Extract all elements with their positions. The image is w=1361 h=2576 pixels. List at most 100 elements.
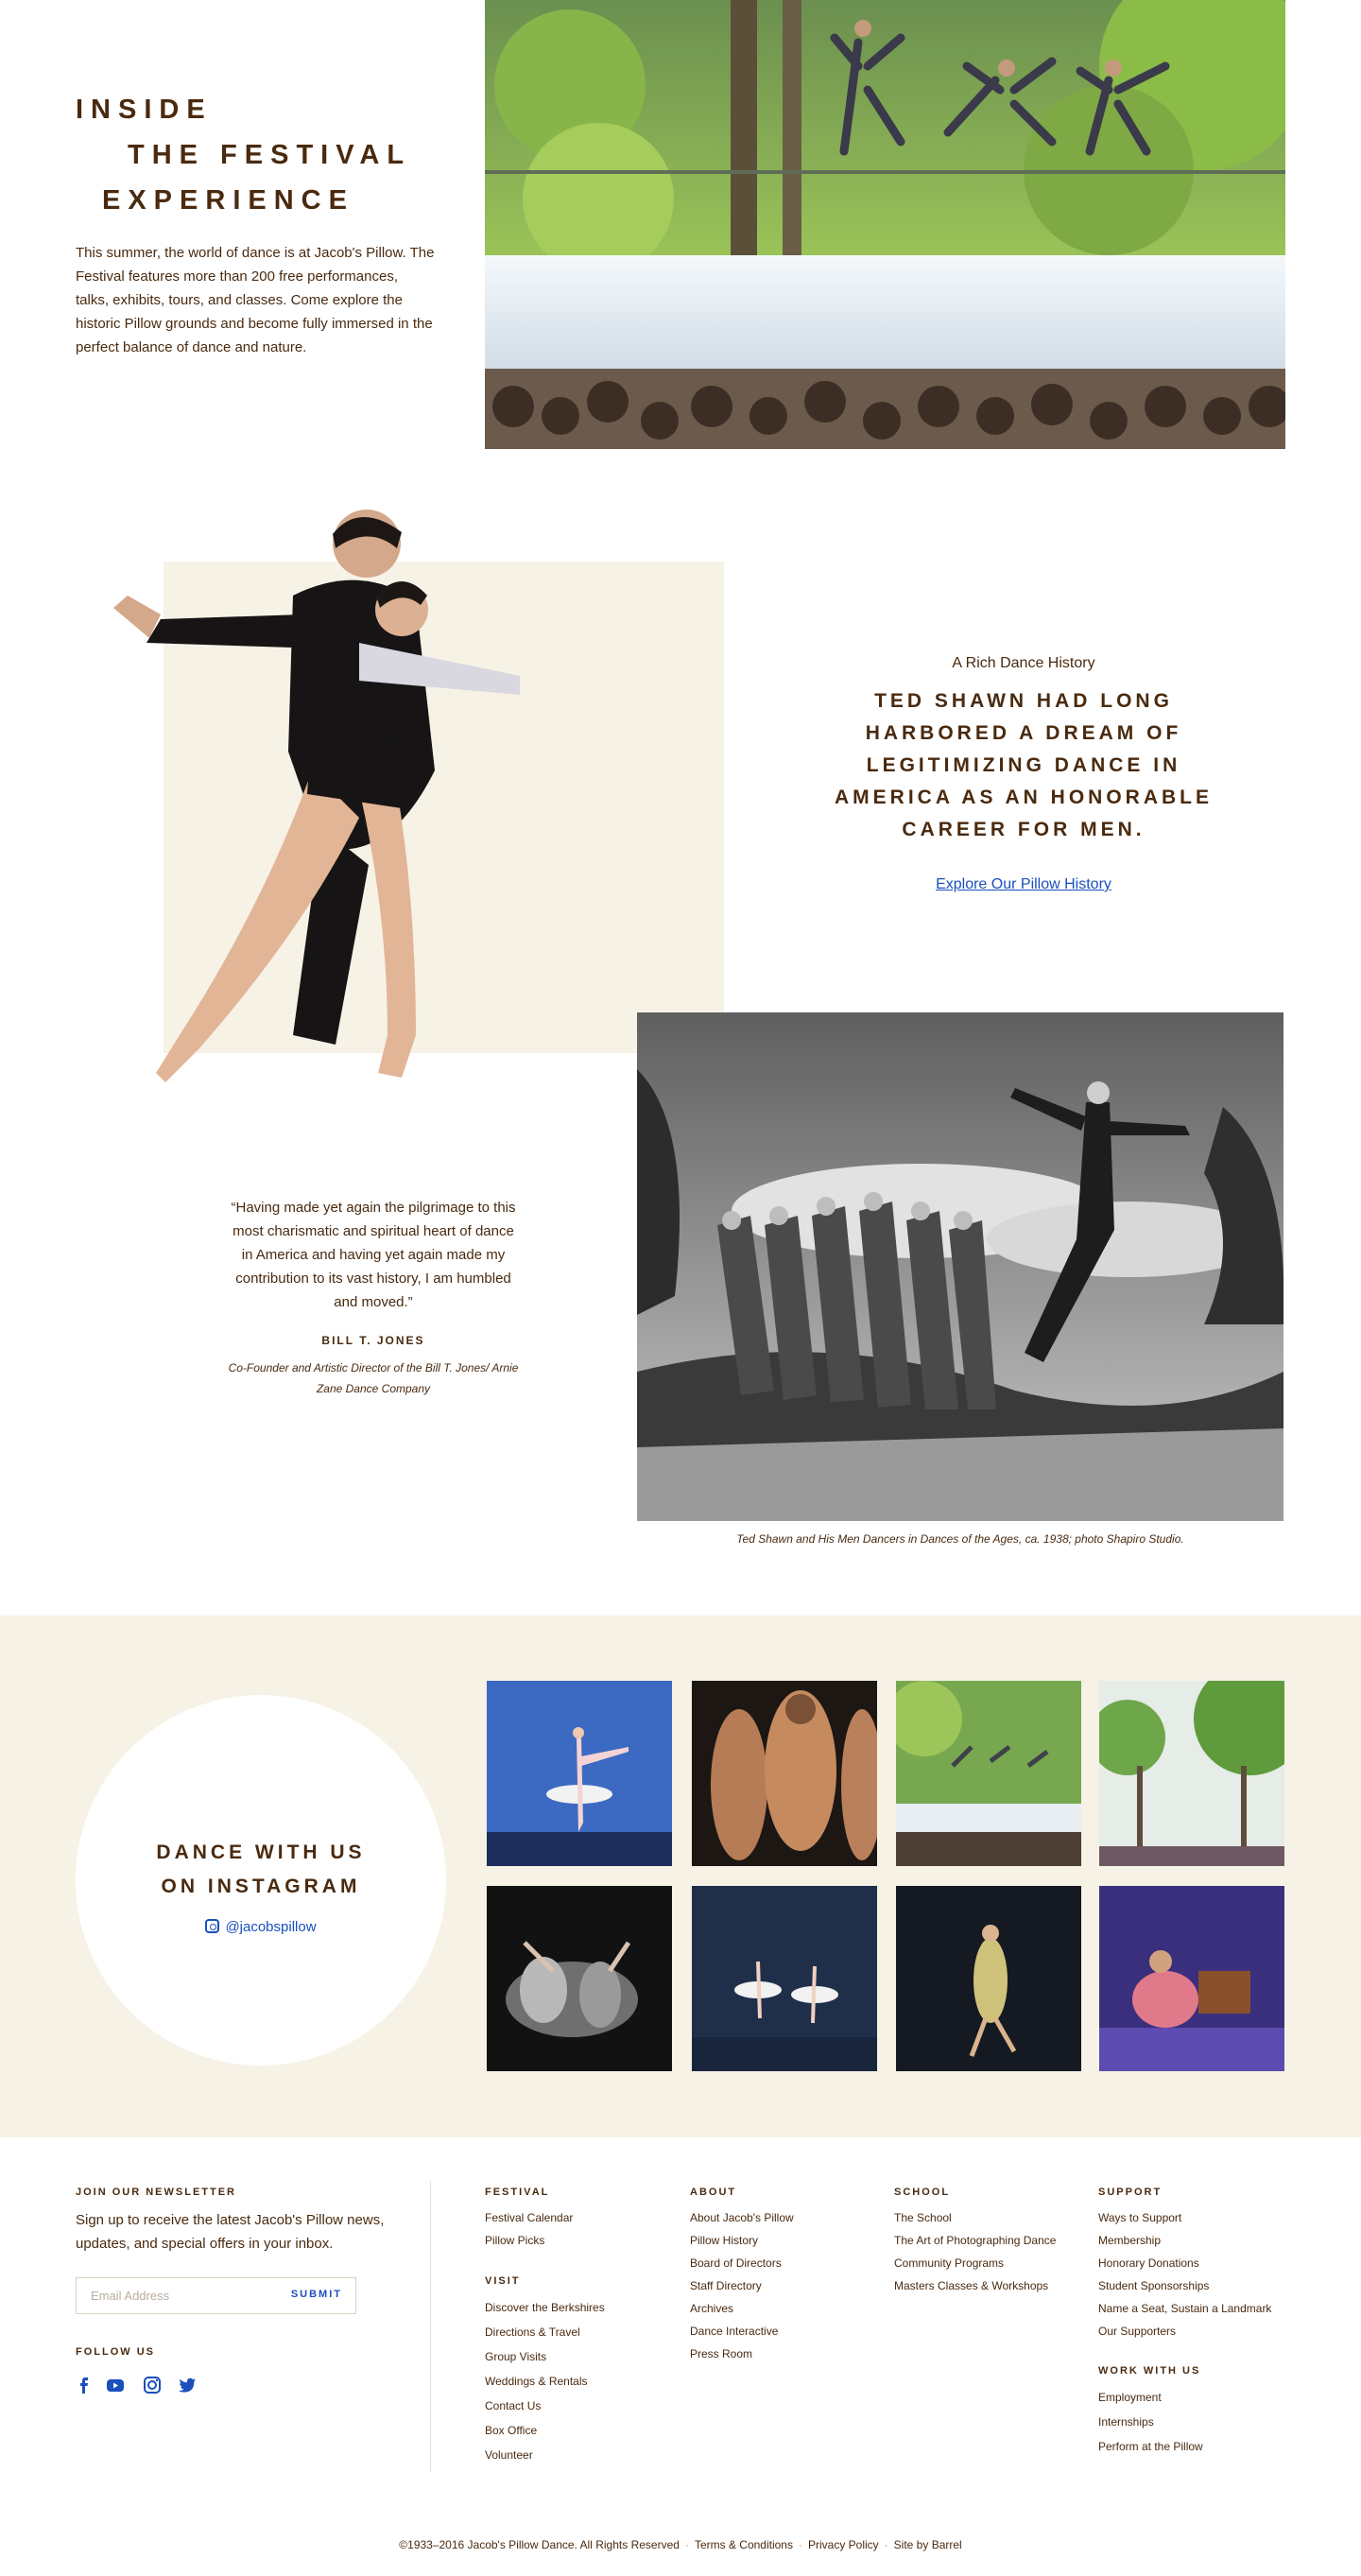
footer-link[interactable]: Masters Classes & Workshops (894, 2274, 1056, 2297)
footer-link-label: The Art of Photographing Dance (894, 2234, 1057, 2247)
instagram-handle-link[interactable]: @jacobspillow (76, 1919, 446, 1935)
footer-link[interactable]: Our Supporters (1098, 2320, 1271, 2343)
footer-link-label: The School (894, 2211, 952, 2224)
instagram-icon (205, 1919, 220, 1933)
footer-link[interactable]: The School (894, 2206, 1056, 2229)
history-photo-caption: Ted Shawn and His Men Dancers in Dances … (736, 1532, 1184, 1546)
footer-link-label: Festival Calendar (485, 2211, 574, 2224)
instagram-post-ballerina[interactable] (487, 1681, 672, 1866)
intro-body: This summer, the world of dance is at Ja… (76, 245, 435, 355)
footer-link-label: Name a Seat, Sustain a Landmark (1098, 2302, 1272, 2315)
footer-list-school: The School The Art of Photographing Danc… (894, 2206, 1056, 2297)
footer-link-label: Dance Interactive (690, 2325, 779, 2338)
footer-link-label: Perform at the Pillow (1098, 2440, 1203, 2453)
separator: · (798, 2538, 802, 2551)
legal-bar: ©1933–2016 Jacob's Pillow Dance. All Rig… (0, 2538, 1361, 2551)
footer-link-label: Masters Classes & Workshops (894, 2279, 1049, 2292)
submit-button[interactable]: SUBMIT (291, 2289, 342, 2300)
footer-link[interactable]: Festival Calendar (485, 2206, 573, 2229)
footer-link[interactable]: Press Room (690, 2343, 794, 2365)
footer-link-label: Box Office (485, 2424, 538, 2437)
instagram-title-line-2: ON INSTAGRAM (161, 1876, 361, 1897)
youtube-icon[interactable] (105, 2375, 126, 2395)
intro-title-line-1: INSIDE (76, 95, 213, 125)
footer-link-label: About Jacob's Pillow (690, 2211, 794, 2224)
footer-link-label: Volunteer (485, 2448, 533, 2462)
facebook-icon[interactable] (74, 2375, 95, 2395)
footer-link-label: Community Programs (894, 2256, 1005, 2270)
footer-link[interactable]: Pillow History (690, 2229, 794, 2252)
footer-link[interactable]: Box Office (485, 2418, 605, 2443)
privacy-link[interactable]: Privacy Policy (808, 2538, 879, 2551)
twitter-icon[interactable] (177, 2375, 198, 2395)
footer-link-label: Staff Directory (690, 2279, 762, 2292)
explore-history-link[interactable]: Explore Our Pillow History (813, 876, 1234, 893)
footer-link-label: Ways to Support (1098, 2211, 1182, 2224)
instagram-post-gramophone[interactable] (1099, 1886, 1284, 2071)
testimonial-name: BILL T. JONES (321, 1334, 425, 1347)
footer-link[interactable]: Discover the Berkshires (485, 2295, 605, 2320)
footer-link[interactable]: Name a Seat, Sustain a Landmark (1098, 2297, 1271, 2320)
instagram-title: DANCE WITH US ON INSTAGRAM (76, 1836, 446, 1904)
footer-heading-festival: FESTIVAL (485, 2187, 550, 2198)
instagram-handle: @jacobspillow (225, 1919, 317, 1935)
footer-list-work: Employment Internships Perform at the Pi… (1098, 2385, 1203, 2459)
email-field[interactable] (77, 2278, 284, 2313)
instagram-post-tutu-duet[interactable] (692, 1886, 877, 2071)
intro-title-line-2: THE FESTIVAL (128, 140, 412, 170)
instagram-post-grounds[interactable] (1099, 1681, 1284, 1866)
footer-link[interactable]: Membership (1098, 2229, 1271, 2252)
footer-link-label: Board of Directors (690, 2256, 782, 2270)
ted-shawn-men-dancers-photo (637, 1012, 1283, 1521)
footer-link[interactable]: Internships (1098, 2410, 1203, 2434)
footer-link[interactable]: Student Sponsorships (1098, 2274, 1271, 2297)
footer-link[interactable]: Pillow Picks (485, 2229, 573, 2252)
instagram-post-male-dancers[interactable] (692, 1681, 877, 1866)
footer-link[interactable]: Employment (1098, 2385, 1203, 2410)
instagram-post-outdoor-stage[interactable] (896, 1681, 1081, 1866)
footer-link[interactable]: Staff Directory (690, 2274, 794, 2297)
footer-link-label: Weddings & Rentals (485, 2375, 588, 2388)
footer-link[interactable]: Weddings & Rentals (485, 2369, 605, 2394)
copyright: ©1933–2016 Jacob's Pillow Dance. All Rig… (399, 2538, 680, 2551)
footer-link-label: Discover the Berkshires (485, 2301, 605, 2314)
instagram-icon[interactable] (142, 2375, 163, 2395)
terms-link[interactable]: Terms & Conditions (695, 2538, 793, 2551)
footer-heading-support: SUPPORT (1098, 2187, 1163, 2198)
footer-link[interactable]: Perform at the Pillow (1098, 2434, 1203, 2459)
footer-heading-about: ABOUT (690, 2187, 737, 2198)
footer-link-label: Internships (1098, 2415, 1154, 2429)
newsletter-form: SUBMIT (76, 2277, 356, 2314)
history-headline: TED SHAWN HAD LONG HARBORED A DREAM OF L… (835, 690, 1213, 840)
footer-link[interactable]: Group Visits (485, 2344, 605, 2369)
footer-link[interactable]: Volunteer (485, 2443, 605, 2467)
footer-link-label: Archives (690, 2302, 734, 2315)
footer-link[interactable]: Community Programs (894, 2252, 1056, 2274)
festival-outdoor-stage-photo (485, 0, 1285, 449)
footer-link[interactable]: Honorary Donations (1098, 2252, 1271, 2274)
footer-link-label: Our Supporters (1098, 2325, 1177, 2338)
footer-link[interactable]: The Art of Photographing Dance (894, 2229, 1056, 2252)
footer-link[interactable]: Archives (690, 2297, 794, 2320)
footer-list-support: Ways to Support Membership Honorary Dona… (1098, 2206, 1271, 2343)
footer-list-festival: Festival Calendar Pillow Picks (485, 2206, 573, 2252)
footer-list-about: About Jacob's Pillow Pillow History Boar… (690, 2206, 794, 2365)
footer-divider (430, 2181, 431, 2472)
footer-heading-work: WORK WITH US (1098, 2365, 1201, 2377)
footer-link[interactable]: Ways to Support (1098, 2206, 1271, 2229)
footer-link-label: Honorary Donations (1098, 2256, 1199, 2270)
footer-link[interactable]: Dance Interactive (690, 2320, 794, 2343)
footer-link[interactable]: Board of Directors (690, 2252, 794, 2274)
separator: · (884, 2538, 888, 2551)
footer-link[interactable]: Contact Us (485, 2394, 605, 2418)
footer-link[interactable]: About Jacob's Pillow (690, 2206, 794, 2229)
footer-link-label: Student Sponsorships (1098, 2279, 1210, 2292)
dance-duo-photo (76, 506, 529, 1139)
instagram-post-solo-dancer[interactable] (896, 1886, 1081, 2071)
footer-link-label: Employment (1098, 2391, 1162, 2404)
instagram-post-ensemble[interactable] (487, 1886, 672, 2071)
newsletter-heading: JOIN OUR NEWSLETTER (76, 2187, 237, 2198)
site-credit-link[interactable]: Site by Barrel (894, 2538, 962, 2551)
footer-link[interactable]: Directions & Travel (485, 2320, 605, 2344)
footer-link-label: Group Visits (485, 2350, 547, 2363)
